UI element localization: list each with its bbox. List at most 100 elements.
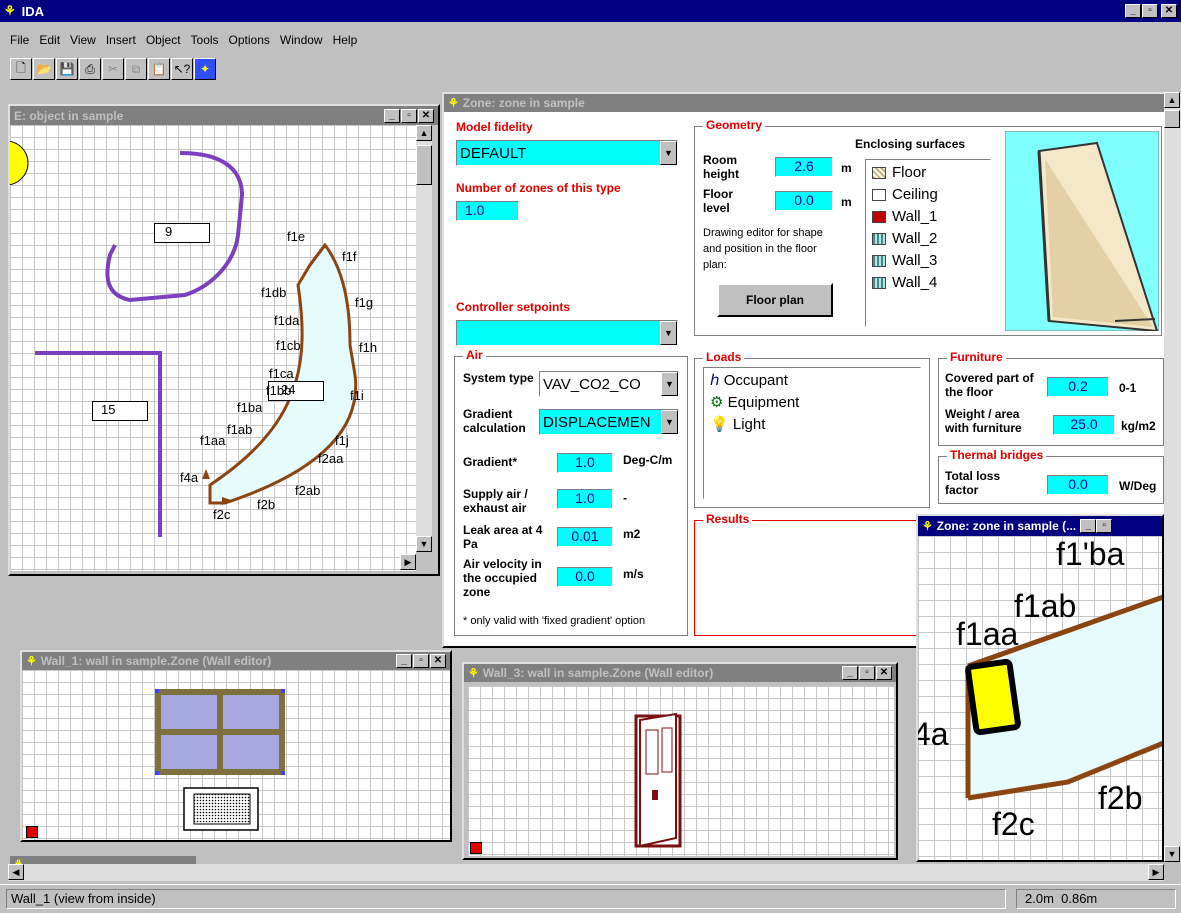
scroll-thumb[interactable] [416, 145, 432, 185]
maximize-button[interactable]: ▫ [1096, 519, 1113, 533]
chevron-down-icon[interactable]: ▼ [660, 321, 677, 345]
status-bar: Wall_1 (view from inside) 2.0m 0.86m [0, 884, 1181, 913]
enclosing-surfaces-list[interactable]: Floor Ceiling Wall_1 Wall_2 Wall_3 Wall_… [865, 159, 991, 327]
label-box-9[interactable]: 9 [154, 223, 210, 243]
scroll-right-icon[interactable]: ▶ [1148, 864, 1164, 880]
thermal-bridges-group: Thermal bridges Total loss factor 0.0 W/… [938, 448, 1164, 504]
scroll-up-icon[interactable]: ▲ [1164, 92, 1180, 108]
minimize-button[interactable]: _ [1080, 519, 1097, 533]
surface-wall-2[interactable]: Wall_2 [872, 228, 984, 250]
close-button[interactable]: ✕ [1161, 4, 1177, 18]
floor-level-label: Floor level [703, 187, 733, 215]
zoom-canvas[interactable]: f1'ba f1ab f1aa f4a f2c f2b [918, 536, 1162, 860]
app-icon: ⚘ [4, 3, 16, 18]
model-fidelity-select[interactable]: DEFAULT ▼ [456, 140, 678, 166]
maximize-button[interactable]: ▫ [401, 108, 417, 123]
help-pointer-icon[interactable]: ↖? [171, 58, 193, 80]
loads-title: Loads [703, 350, 745, 364]
open-icon[interactable]: 📂 [33, 58, 55, 80]
load-occupant[interactable]: ℎ Occupant [710, 370, 914, 392]
maximize-button[interactable]: ▫ [413, 654, 429, 668]
menu-object[interactable]: Object [146, 33, 181, 47]
minimize-button[interactable]: _ [842, 666, 858, 680]
zoom-label-f1ba: f1'ba [1056, 536, 1125, 572]
surface-wall-1-label: Wall_1 [892, 208, 938, 225]
new-icon[interactable]: 🗋 [10, 58, 32, 80]
gradient-calc-select[interactable]: DISPLACEMEN ▼ [539, 409, 679, 435]
copy-icon[interactable]: ⧉ [125, 58, 147, 80]
wall1-canvas[interactable] [22, 670, 450, 840]
vertical-scrollbar[interactable]: ▲ ▼ [416, 125, 432, 552]
print-icon[interactable]: ⎙ [79, 58, 101, 80]
minimize-button[interactable]: _ [384, 108, 400, 123]
maximize-button[interactable]: ▫ [859, 666, 875, 680]
label-box-15[interactable]: 15 [92, 401, 148, 421]
close-button[interactable]: ✕ [430, 654, 446, 668]
scroll-up-icon[interactable]: ▲ [416, 125, 432, 141]
floor-plan-button[interactable]: Floor plan [717, 283, 833, 317]
room-height-field[interactable]: 2.6 [775, 157, 833, 177]
load-light[interactable]: 💡 Light [710, 414, 914, 436]
scroll-thumb[interactable] [1164, 110, 1180, 128]
floor-plan-canvas[interactable]: 9 15 24 f1e f1f f1db f1g f1da f1cb f1h f… [10, 125, 416, 571]
zoom-window-icon: ⚘ [922, 519, 933, 533]
system-type-value: VAV_CO2_CO [543, 375, 641, 393]
air-velocity-field[interactable]: 0.0 [557, 567, 613, 587]
chevron-down-icon[interactable]: ▼ [660, 141, 677, 165]
scroll-right-icon[interactable]: ▶ [400, 554, 416, 570]
gradient-field[interactable]: 1.0 [557, 453, 613, 473]
wall3-canvas[interactable] [468, 686, 894, 856]
leak-area-field[interactable]: 0.01 [557, 527, 613, 547]
surface-wall-4[interactable]: Wall_4 [872, 272, 984, 294]
wall-icon [872, 233, 886, 245]
surface-wall-1[interactable]: Wall_1 [872, 206, 984, 228]
leak-area-unit: m2 [623, 527, 641, 541]
simulate-icon[interactable]: ✦ [194, 58, 216, 80]
room-height-unit: m [841, 161, 852, 175]
menu-view[interactable]: View [70, 33, 96, 47]
controller-setpoints-select[interactable]: ▼ [456, 320, 678, 346]
zone-window-icon: ⚘ [448, 96, 459, 110]
room-3d-preview[interactable] [1005, 131, 1159, 331]
minimize-button[interactable]: _ [1125, 4, 1141, 18]
equipment-icon: ⚙ [710, 394, 724, 411]
menu-window[interactable]: Window [280, 33, 323, 47]
menu-help[interactable]: Help [333, 33, 358, 47]
save-icon[interactable]: 💾 [56, 58, 78, 80]
menu-options[interactable]: Options [229, 33, 270, 47]
total-loss-field[interactable]: 0.0 [1047, 475, 1109, 495]
paste-icon[interactable]: 📋 [148, 58, 170, 80]
floor-level-field[interactable]: 0.0 [775, 191, 833, 211]
loads-list[interactable]: ℎ Occupant ⚙ Equipment 💡 Light [703, 367, 921, 499]
surface-ceiling[interactable]: Ceiling [872, 184, 984, 206]
minimize-button[interactable]: _ [396, 654, 412, 668]
supply-air-field[interactable]: 1.0 [557, 489, 613, 509]
zoom-label-f2c: f2c [992, 806, 1035, 842]
menu-insert[interactable]: Insert [106, 33, 136, 47]
close-button[interactable]: ✕ [418, 108, 434, 123]
scroll-down-icon[interactable]: ▼ [416, 536, 432, 552]
menu-file[interactable]: File [10, 33, 29, 47]
label-f1cb: f1cb [276, 338, 301, 353]
covered-part-field[interactable]: 0.2 [1047, 377, 1109, 397]
chevron-down-icon[interactable]: ▼ [661, 410, 678, 434]
num-zones-field[interactable]: 1.0 [456, 201, 519, 221]
scroll-left-icon[interactable]: ◀ [8, 864, 24, 880]
main-vertical-scrollbar[interactable]: ▲ ▼ [1164, 92, 1181, 862]
scroll-down-icon[interactable]: ▼ [1164, 846, 1180, 862]
results-title: Results [703, 512, 753, 526]
chevron-down-icon[interactable]: ▼ [661, 372, 678, 396]
cut-icon[interactable]: ✂ [102, 58, 124, 80]
load-equipment[interactable]: ⚙ Equipment [710, 392, 914, 414]
weight-area-field[interactable]: 25.0 [1053, 415, 1115, 435]
main-horizontal-scrollbar[interactable]: ◀ ▶ [8, 864, 1164, 881]
menu-tools[interactable]: Tools [191, 33, 219, 47]
surface-floor[interactable]: Floor [872, 162, 984, 184]
num-zones-label: Number of zones of this type [456, 181, 621, 195]
close-button[interactable]: ✕ [876, 666, 892, 680]
menu-edit[interactable]: Edit [39, 33, 60, 47]
maximize-button[interactable]: ▫ [1142, 4, 1158, 18]
system-type-select[interactable]: VAV_CO2_CO ▼ [539, 371, 679, 397]
load-occupant-label: Occupant [723, 372, 788, 389]
surface-wall-3[interactable]: Wall_3 [872, 250, 984, 272]
